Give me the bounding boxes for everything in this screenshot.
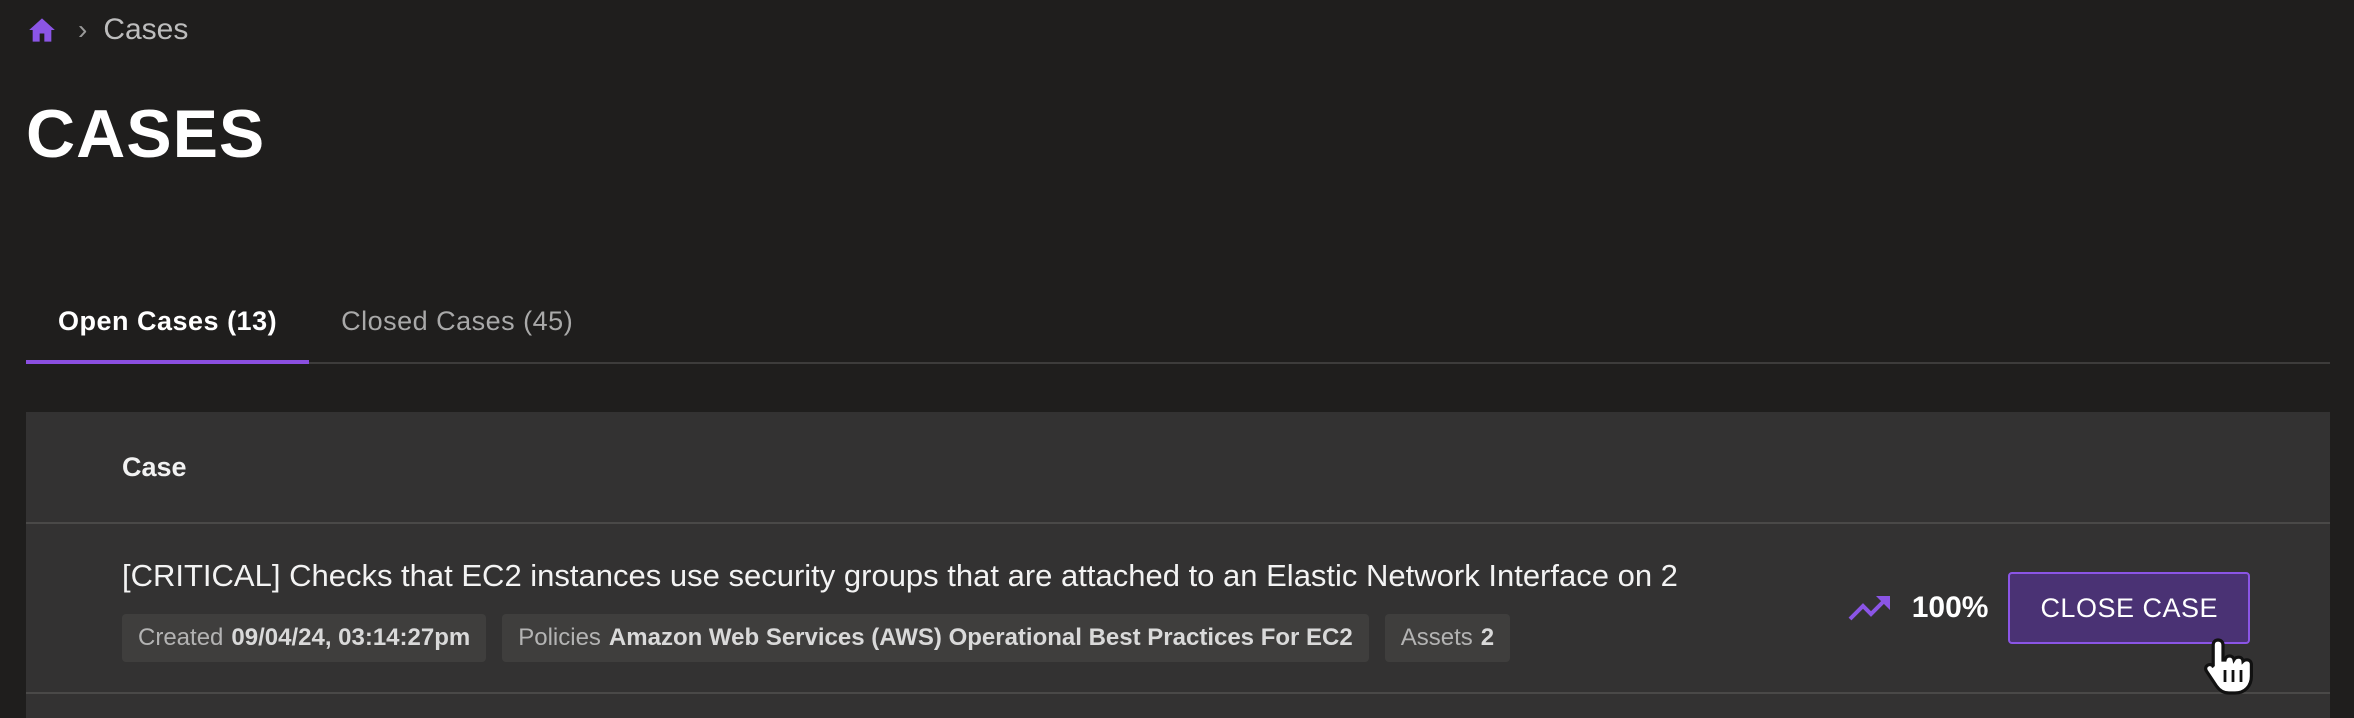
page-title: CASES (26, 96, 266, 172)
trending-up-icon (1848, 593, 1892, 623)
assets-chip: Assets 2 (1384, 614, 1511, 662)
case-tabs: Open Cases (13) Closed Cases (45) (26, 280, 2330, 364)
assets-value: 2 (1480, 624, 1495, 651)
policies-value: Amazon Web Services (AWS) Operational Be… (608, 624, 1353, 651)
created-chip: Created 09/04/24, 03:14:27pm (122, 614, 487, 662)
policies-label: Policies (518, 624, 601, 651)
breadcrumb-current: Cases (103, 13, 189, 46)
tab-closed-cases[interactable]: Closed Cases (45) (309, 280, 605, 362)
assets-label: Assets (1400, 624, 1473, 651)
created-label: Created (138, 624, 224, 651)
case-title[interactable]: [CRITICAL] Checks that EC2 instances use… (122, 558, 1678, 594)
case-meta: Created 09/04/24, 03:14:27pm Policies Am… (122, 614, 1511, 662)
breadcrumb-separator: › (78, 14, 88, 45)
created-value: 09/04/24, 03:14:27pm (231, 624, 471, 651)
policies-chip: Policies Amazon Web Services (AWS) Opera… (502, 614, 1369, 662)
breadcrumb: › Cases (26, 10, 188, 50)
tab-open-cases[interactable]: Open Cases (13) (26, 280, 310, 364)
home-icon[interactable] (26, 14, 58, 46)
table-header-case: Case (26, 412, 2330, 524)
case-percent: 100% (1911, 591, 1989, 624)
row-actions: 100% CLOSE CASE (1848, 572, 2250, 644)
table-row[interactable]: [CRITICAL] Checks that EC2 instances use… (26, 524, 2330, 694)
close-case-button[interactable]: CLOSE CASE (2008, 572, 2250, 644)
cases-table: Case [CRITICAL] Checks that EC2 instance… (26, 412, 2330, 718)
cases-page: › Cases CASES Open Cases (13) Closed Cas… (0, 0, 2354, 718)
